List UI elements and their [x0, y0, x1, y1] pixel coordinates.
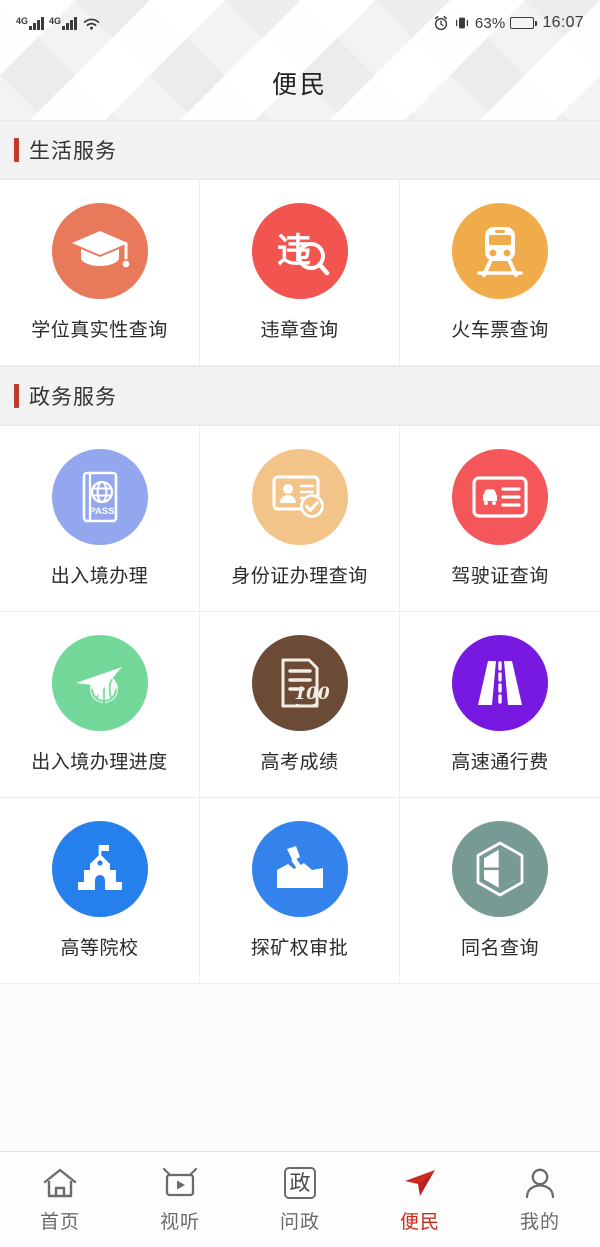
section-header-life-services: 生活服务: [0, 120, 600, 180]
highway-icon: [452, 635, 548, 731]
tv-play-icon: [161, 1165, 199, 1201]
status-bar-left: 4G 4G: [16, 16, 101, 31]
app-root: 4G 4G 63% 16:07 便民 生活服务 学位真实性查询 违 违章查询 火…: [0, 0, 600, 1247]
section-title: 生活服务: [29, 139, 117, 163]
home-icon: [42, 1165, 78, 1201]
train-icon: [452, 203, 548, 299]
network-label-2: 4G: [49, 15, 62, 26]
grid-item-highway-toll[interactable]: 高速通行费: [400, 612, 600, 798]
grid-item-label: 出入境办理: [50, 565, 149, 587]
content-empty-space: [0, 984, 600, 1151]
status-bar: 4G 4G 63% 16:07: [0, 0, 600, 46]
tab-convenience[interactable]: 便民: [360, 1152, 480, 1247]
svg-text:PASS: PASS: [89, 506, 114, 517]
grid-item-same-name-query[interactable]: 同名查询: [400, 798, 600, 984]
grid-item-train-ticket-query[interactable]: 火车票查询: [400, 180, 600, 366]
graduation-cap-icon: [51, 203, 148, 299]
grid-item-mining-permit[interactable]: 探矿权审批: [200, 798, 400, 984]
tab-home[interactable]: 首页: [0, 1152, 120, 1247]
grid-item-driver-license-query[interactable]: 驾驶证查询: [400, 426, 600, 612]
exam-score-icon: 100: [251, 635, 348, 731]
signal-2-icon: 4G: [49, 15, 78, 30]
grid-item-label: 驾驶证查询: [451, 565, 549, 587]
person-icon: [523, 1165, 557, 1201]
section-accent-bar: [14, 384, 19, 408]
section-header-government-services: 政务服务: [0, 366, 600, 426]
grid-item-exit-entry-application[interactable]: PASS 出入境办理: [0, 426, 200, 612]
battery-icon: [510, 17, 538, 29]
title-bar: 便民: [0, 46, 600, 120]
status-bar-right: 63% 16:07: [433, 14, 584, 32]
wifi-icon: [82, 16, 101, 31]
signal-1-icon: 4G: [16, 15, 45, 30]
grid-item-label: 高等院校: [60, 937, 139, 959]
tab-label: 视听: [159, 1211, 200, 1233]
government-box-icon: 政: [284, 1165, 316, 1201]
grid-item-label: 违章查询: [260, 319, 339, 341]
shovel-mining-icon: [251, 821, 348, 917]
bottom-tab-bar: 首页 视听 政 问政 便民 我的: [0, 1151, 600, 1247]
grid-item-degree-verification[interactable]: 学位真实性查询: [0, 180, 200, 366]
grid-item-label: 同名查询: [460, 937, 539, 959]
grid-item-gaokao-score[interactable]: 100 高考成绩: [200, 612, 400, 798]
network-label-1: 4G: [16, 15, 29, 26]
alarm-clock-icon: [433, 15, 449, 31]
tab-video[interactable]: 视听: [120, 1152, 240, 1247]
driver-license-icon: [452, 449, 548, 545]
grid-item-id-card-query[interactable]: 身份证办理查询: [200, 426, 400, 612]
grid-item-violation-query[interactable]: 违 违章查询: [200, 180, 400, 366]
tab-label: 首页: [39, 1211, 80, 1233]
grid-life-services: 学位真实性查询 违 违章查询 火车票查询: [0, 180, 600, 366]
grid-item-label: 出入境办理进度: [31, 751, 168, 773]
grid-item-label: 学位真实性查询: [31, 319, 168, 341]
government-glyph: 政: [284, 1167, 316, 1199]
grid-item-label: 身份证办理查询: [231, 565, 368, 587]
id-card-check-icon: [251, 449, 348, 545]
vibrate-icon: [454, 15, 470, 31]
grid-government-services: PASS 出入境办理 身份证办理查询 驾驶证查询 出入境办理进度 100 高考成…: [0, 426, 600, 984]
tab-profile[interactable]: 我的: [480, 1152, 600, 1247]
passport-icon: PASS: [51, 449, 148, 545]
tab-label: 我的: [519, 1211, 560, 1233]
grid-item-label: 高考成绩: [260, 751, 339, 773]
grid-item-label: 探矿权审批: [250, 937, 349, 959]
paper-plane-icon: [401, 1165, 439, 1201]
grid-item-exit-entry-progress[interactable]: 出入境办理进度: [0, 612, 200, 798]
section-title: 政务服务: [29, 385, 117, 409]
page-title: 便民: [271, 70, 328, 99]
header-region: 4G 4G 63% 16:07 便民: [0, 0, 600, 120]
tab-government[interactable]: 政 问政: [240, 1152, 360, 1247]
svg-text:100: 100: [294, 684, 329, 704]
university-icon: [51, 821, 148, 917]
clock-label: 16:07: [542, 14, 584, 31]
tab-label: 问政: [279, 1211, 320, 1233]
battery-percent-label: 63%: [474, 14, 506, 32]
airplane-globe-icon: [51, 635, 148, 731]
grid-item-label: 火车票查询: [451, 319, 549, 341]
content-scroll-area[interactable]: 生活服务 学位真实性查询 违 违章查询 火车票查询 政务服务 PASS 出入境办…: [0, 120, 600, 1151]
hex-shield-icon: [452, 821, 548, 917]
tab-label: 便民: [399, 1211, 440, 1233]
grid-item-higher-education[interactable]: 高等院校: [0, 798, 200, 984]
violation-search-icon: 违: [251, 203, 348, 299]
grid-item-label: 高速通行费: [451, 751, 549, 773]
section-accent-bar: [14, 138, 19, 162]
